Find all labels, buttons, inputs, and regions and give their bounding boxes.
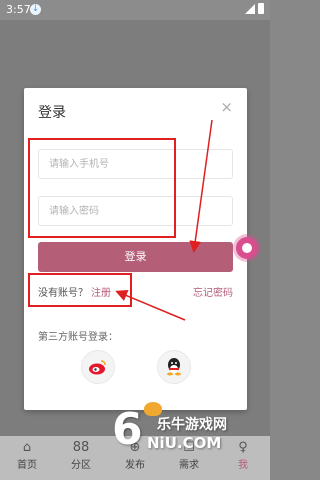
signal-icon <box>245 3 255 14</box>
third-party-login-label: 第三方账号登录： <box>38 332 118 343</box>
watermark-site: NiU.COM <box>147 434 222 452</box>
floating-assist-button[interactable] <box>236 237 258 259</box>
close-icon[interactable]: × <box>220 98 233 116</box>
qq-icon <box>167 358 181 376</box>
weibo-login-button[interactable] <box>81 350 115 384</box>
status-time: 3:57 <box>6 3 31 16</box>
status-icons <box>245 3 264 14</box>
home-icon: ⌂ <box>22 440 32 455</box>
tab-me-label: 我 <box>238 460 248 471</box>
forgot-password-link[interactable]: 忘记密码 <box>193 284 233 299</box>
tab-home-label: 首页 <box>17 460 37 471</box>
watermark-number: 6 <box>112 404 143 455</box>
battery-icon <box>258 3 264 14</box>
watermark-brand: 乐牛游戏网 <box>157 417 227 433</box>
status-bar: 3:57 ↓ <box>0 0 270 20</box>
login-dialog: 登录 × 请输入手机号 请输入密码 登录 没有账号？ 注册 忘记密码 第三方账号登… <box>24 88 247 410</box>
download-icon: ↓ <box>30 4 41 15</box>
tab-publish-label: 发布 <box>125 460 145 471</box>
tab-home[interactable]: ⌂ 首页 <box>0 436 54 480</box>
tab-category[interactable]: 88 分区 <box>54 436 108 480</box>
watermark-logo: 6 乐牛游戏网 NiU.COM <box>112 402 267 460</box>
grid-icon: 88 <box>72 440 90 455</box>
dialog-title: 登录 <box>38 105 66 121</box>
tab-demand-label: 需求 <box>179 460 199 471</box>
qq-login-button[interactable] <box>157 350 191 384</box>
annotation-box-register <box>28 273 132 307</box>
tab-category-label: 分区 <box>71 460 91 471</box>
login-button[interactable]: 登录 <box>38 242 233 272</box>
weibo-icon <box>89 360 106 375</box>
annotation-box-inputs <box>28 138 176 238</box>
